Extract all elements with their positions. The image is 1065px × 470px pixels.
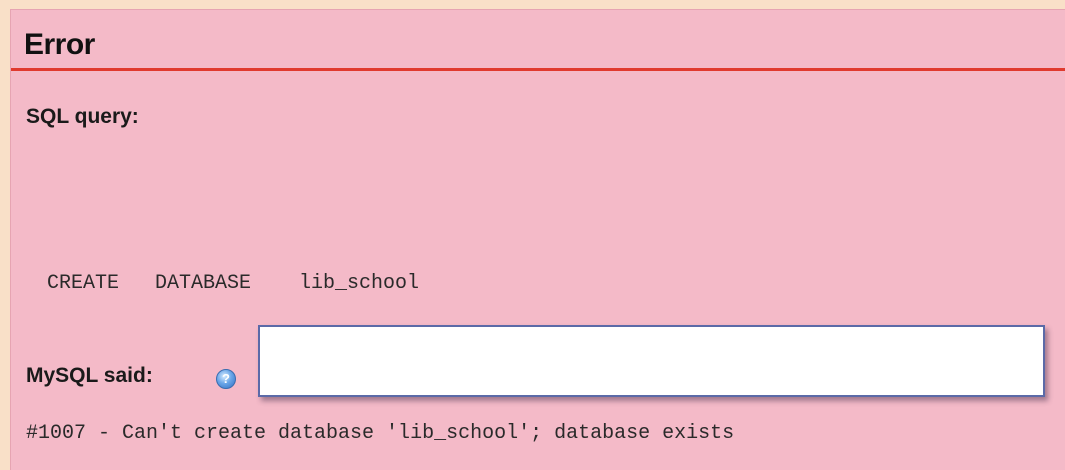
error-message: #1007 - Can't create database 'lib_schoo… (26, 422, 735, 445)
sql-query-text: CREATE DATABASE lib_school (47, 272, 420, 295)
blank-popup-box (258, 325, 1045, 397)
sql-query-label: SQL query: (26, 105, 139, 128)
title-divider (11, 68, 1065, 71)
help-icon[interactable]: ? (216, 369, 236, 389)
mysql-said-label: MySQL said: (26, 364, 153, 387)
error-title: Error (24, 28, 95, 61)
error-panel: Error SQL query: CREATE DATABASE lib_sch… (10, 9, 1065, 470)
